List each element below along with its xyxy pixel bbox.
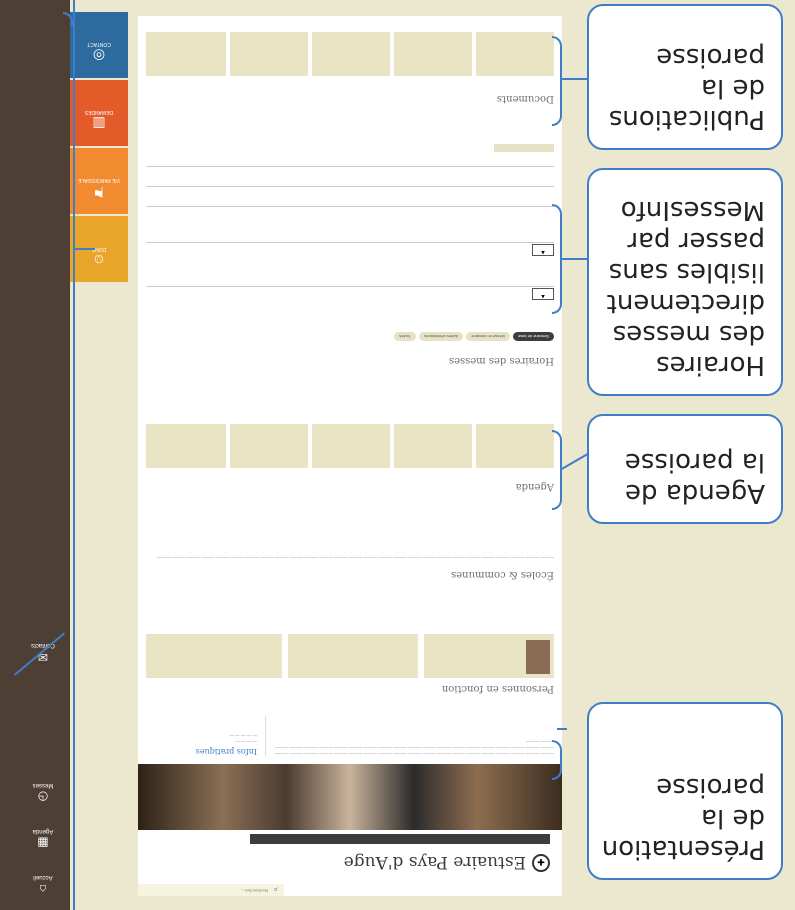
filter-pill[interactable]: Autres célébrations	[419, 332, 464, 341]
people-icon: ⚑	[92, 184, 106, 200]
site-header: ✚ Estuaire Pays d'Auge	[250, 850, 550, 872]
agenda-card[interactable]	[394, 424, 472, 468]
leader	[557, 728, 567, 730]
sidebar-bracket-line	[73, 0, 75, 910]
document-card[interactable]	[476, 32, 554, 76]
document-card[interactable]	[146, 32, 226, 76]
calendar-icon: ▦	[37, 836, 49, 850]
mass-row[interactable]: ▲	[146, 242, 554, 256]
person-card[interactable]	[288, 634, 418, 678]
sidebar-item-3[interactable]: ◷ Messes	[16, 782, 70, 804]
hero-image	[138, 764, 562, 830]
callout-publications: Publications de la paroisse	[587, 4, 783, 150]
agenda-card[interactable]	[312, 424, 390, 468]
sidebar-item-1[interactable]: ⌂ Accueil	[16, 874, 70, 896]
filter-pill[interactable]: Toutes	[394, 332, 417, 341]
logo-icon[interactable]: ✚	[532, 854, 550, 872]
infos-pratiques: Infos pratiques — — — — — — — — —	[146, 716, 266, 756]
callout-agenda: Agenda de la paroisse	[587, 414, 783, 524]
person-card[interactable]	[424, 634, 554, 678]
agenda-card[interactable]	[230, 424, 308, 468]
ecoles-text: ——— ——— ——— ——— ——— ——— ——— ——— ——— ——— …	[156, 555, 554, 560]
agenda-card[interactable]	[146, 424, 226, 468]
bracket-agenda	[552, 430, 562, 510]
tile-vie[interactable]: ⚑ VIE PAROISSIALE	[70, 148, 128, 214]
avatar	[526, 640, 550, 674]
infos-title: Infos pratiques	[195, 747, 257, 756]
horaires-filters: Semaine de baseMesse en semaineAutres cé…	[254, 330, 554, 348]
show-more-button[interactable]	[494, 144, 554, 152]
documents-cards	[146, 32, 554, 76]
tile-demandes[interactable]: ▥ DEMANDES	[70, 80, 128, 146]
mass-icon: ▲	[532, 244, 554, 256]
tile-contact[interactable]: ◎ CONTACT	[70, 12, 128, 78]
section-agenda-title: Agenda	[515, 481, 554, 492]
leader	[75, 248, 95, 250]
clock-icon: ◷	[37, 790, 49, 804]
document-card[interactable]	[230, 32, 308, 76]
mass-date-bar[interactable]	[146, 186, 554, 192]
search-input[interactable]: Rechercher…	[240, 888, 268, 893]
document-card[interactable]	[312, 32, 390, 76]
bracket-publications	[552, 36, 562, 126]
section-horaires-title: Horaires des messes	[448, 355, 554, 366]
mass-date-bar[interactable]	[146, 166, 554, 172]
tile-column: ☺ DONS ⚑ VIE PAROISSIALE ▥ DEMANDES ◎ CONTAC…	[70, 0, 128, 282]
app-sidebar: ⌂ Accueil ▦ Agenda ◷ Messes ✉ Contacts	[0, 0, 70, 910]
section-ecoles-title: Écoles & communes	[451, 569, 554, 580]
person-card[interactable]	[146, 634, 282, 678]
nav-item[interactable]: DOCUMENTS	[369, 830, 395, 835]
mass-row[interactable]: ▲	[146, 286, 554, 300]
filter-pill[interactable]: Semaine de base	[512, 332, 554, 341]
mass-date-bar[interactable]	[146, 206, 554, 212]
callout-horaires: Horaires des messes directement lisibles…	[587, 168, 783, 396]
nav-item[interactable]: HORAIRES DE MESSES	[405, 830, 450, 835]
document-card[interactable]	[394, 32, 472, 76]
sidebar-item-2[interactable]: ▦ Agenda	[16, 828, 70, 850]
nav-item[interactable]: DONS	[461, 830, 473, 835]
sidebar-item-4[interactable]: ✉ Contacts	[16, 642, 70, 664]
bracket-horaires	[552, 204, 562, 314]
home-icon: ⌂	[39, 882, 47, 896]
site-title[interactable]: Estuaire Pays d'Auge	[344, 852, 526, 872]
search-icon[interactable]: ⌕	[274, 884, 278, 894]
section-documents-title: Documents	[496, 93, 554, 104]
agenda-card[interactable]	[476, 424, 554, 468]
filter-pill[interactable]: Messe en semaine	[466, 332, 510, 341]
section-personnes-title: Personnes en fonction	[441, 683, 554, 694]
mass-icon: ▲	[532, 288, 554, 300]
search-strip: ⌕ Rechercher…	[138, 884, 284, 896]
presentation-text: ——— ——— ——— ——— ——— ——— ——— ——— ——— ——— …	[274, 739, 554, 756]
globe-icon: ◎	[92, 48, 106, 64]
agenda-cards	[146, 424, 554, 468]
book-icon: ▥	[92, 116, 106, 132]
bracket-presentation	[552, 740, 562, 780]
infos-text: — — — — — — — — —	[229, 733, 257, 744]
people-row	[146, 634, 554, 678]
hands-icon: ☺	[91, 252, 107, 268]
nav-item[interactable]: PAROISSE ET VIE	[516, 830, 550, 835]
nav-item[interactable]: DEMANDES	[483, 830, 506, 835]
website-preview: ⌕ Rechercher… ✚ Estuaire Pays d'Auge PAR…	[138, 16, 562, 896]
callout-presentation: Présentation de la paroisse	[587, 702, 783, 880]
main-nav: PAROISSE ET VIE DEMANDES DONS HORAIRES D…	[250, 830, 550, 844]
